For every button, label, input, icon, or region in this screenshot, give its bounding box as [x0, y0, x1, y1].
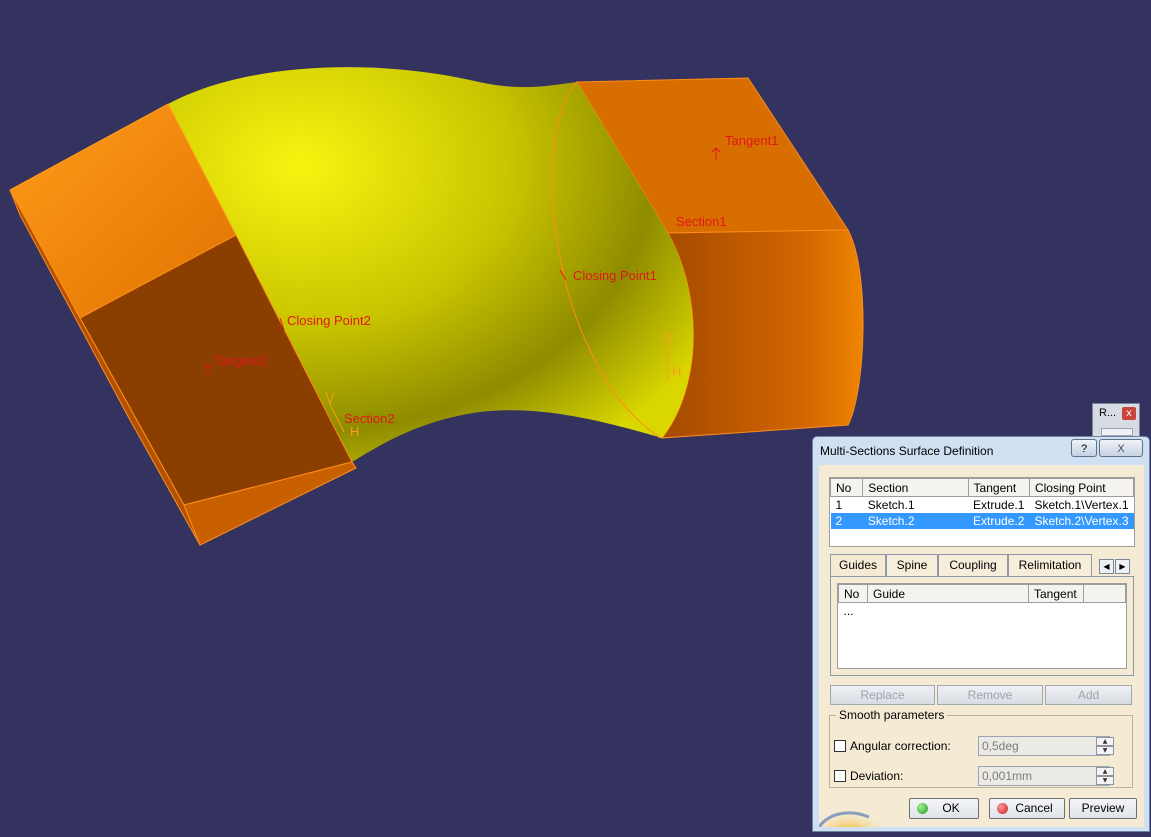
deviation-checkbox[interactable] [834, 770, 846, 782]
empty-cell [868, 603, 1029, 620]
closing-point2-label: Closing Point2 [287, 313, 371, 328]
tab-spine[interactable]: Spine [886, 554, 938, 576]
angular-correction-stepper[interactable]: ▲ ▼ [1096, 737, 1114, 755]
table-row[interactable]: ... [839, 603, 1126, 620]
cancel-label: Cancel [1015, 801, 1053, 815]
preview-button[interactable]: Preview [1069, 798, 1137, 819]
replace-button[interactable]: Replace [830, 685, 935, 705]
spin-down-icon[interactable]: ▼ [1096, 746, 1114, 755]
table-row[interactable]: 1 Sketch.1 Extrude.1 Sketch.1\Vertex.1 [831, 497, 1134, 514]
angular-correction-row: Angular correction: 0,5deg ▲ ▼ [834, 736, 1130, 758]
table-row[interactable]: 2 Sketch.2 Extrude.2 Sketch.2\Vertex.3 [830, 513, 1134, 529]
tangent1-label: Tangent1 [725, 133, 779, 148]
col-closing-point[interactable]: Closing Point [1028, 478, 1134, 497]
tab-relimitation[interactable]: Relimitation [1008, 554, 1092, 576]
cell-section: Sketch.1 [867, 498, 915, 512]
col-no[interactable]: No [830, 478, 864, 497]
remove-button[interactable]: Remove [937, 685, 1043, 705]
ok-icon [917, 803, 928, 814]
cancel-button[interactable]: Cancel [989, 798, 1065, 819]
empty-cell [1084, 603, 1126, 620]
col-no[interactable]: No [838, 584, 868, 603]
tab-scroll-left-icon[interactable]: ◀ [1099, 559, 1114, 574]
cell-tangent: Extrude.2 [968, 513, 1030, 529]
angular-correction-checkbox[interactable] [834, 740, 846, 752]
guides-list[interactable]: No Guide Tangent ... [837, 583, 1127, 669]
multi-sections-surface-dialog[interactable]: Multi-Sections Surface Definition ? X No… [812, 436, 1150, 832]
dialog-title: Multi-Sections Surface Definition [820, 444, 994, 458]
tab-scroll-right-icon[interactable]: ▶ [1115, 559, 1130, 574]
section1-h-marker: H [672, 364, 682, 379]
col-tangent[interactable]: Tangent [967, 478, 1030, 497]
close-button[interactable]: X [1099, 439, 1143, 457]
spin-down-icon[interactable]: ▼ [1096, 776, 1114, 785]
empty-cell [1029, 603, 1084, 620]
sections-list[interactable]: No Section Tangent Closing Point 1 Sketc… [829, 477, 1135, 547]
col-extra [1083, 584, 1126, 603]
mini-toolbar-button[interactable] [1101, 428, 1133, 436]
closing-point1-label: Closing Point1 [573, 268, 657, 283]
ok-button[interactable]: OK [909, 798, 979, 819]
spin-up-icon[interactable]: ▲ [1096, 737, 1114, 746]
tab-strip: Guides Spine Coupling Relimitation [830, 554, 1130, 578]
mini-toolbar-close-icon[interactable]: x [1122, 407, 1136, 420]
deviation-stepper[interactable]: ▲ ▼ [1096, 767, 1114, 785]
mini-toolbar[interactable]: R... x [1092, 403, 1140, 439]
section1-label: Section1 [676, 214, 727, 229]
smooth-parameters-group: Smooth parameters Angular correction: 0,… [829, 708, 1133, 788]
col-guide[interactable]: Guide [867, 584, 1029, 603]
deviation-label: Deviation: [850, 769, 904, 783]
cell-no: 1 [835, 498, 843, 512]
section2-h-marker: H [350, 424, 360, 439]
cell-no: 2 [830, 513, 863, 529]
guides-table: No Guide Tangent ... [838, 584, 1126, 619]
dialog-titlebar[interactable]: Multi-Sections Surface Definition ? X [813, 437, 1149, 465]
add-button[interactable]: Add [1045, 685, 1132, 705]
angular-correction-label: Angular correction: [850, 739, 951, 753]
smooth-parameters-legend: Smooth parameters [839, 708, 945, 722]
help-button[interactable]: ? [1071, 439, 1097, 457]
deviation-field[interactable]: 0,001mm [978, 766, 1110, 786]
cancel-icon [997, 803, 1008, 814]
cell-closing-point: Sketch.2\Vertex.3 [1029, 513, 1134, 529]
tangent2-label: Tangent2 [214, 353, 268, 368]
tab-guides[interactable]: Guides [830, 554, 886, 578]
sections-table: No Section Tangent Closing Point 1 Sketc… [830, 478, 1134, 529]
cell-closing-point: Sketch.1\Vertex.1 [1034, 498, 1129, 512]
cell-section: Sketch.2 [862, 513, 969, 529]
guides-panel: No Guide Tangent ... [830, 576, 1134, 676]
dialog-body: No Section Tangent Closing Point 1 Sketc… [819, 465, 1144, 827]
guides-placeholder: ... [843, 604, 854, 618]
angular-correction-field[interactable]: 0,5deg [978, 736, 1110, 756]
spin-up-icon[interactable]: ▲ [1096, 767, 1114, 776]
col-tangent[interactable]: Tangent [1028, 584, 1084, 603]
col-section[interactable]: Section [862, 478, 969, 497]
ok-label: OK [942, 801, 960, 815]
catia-logo-icon [819, 805, 881, 827]
mini-toolbar-title: R... [1099, 407, 1117, 419]
tab-coupling[interactable]: Coupling [938, 554, 1008, 576]
deviation-row: Deviation: 0,001mm ▲ ▼ [834, 766, 1130, 788]
cell-tangent: Extrude.1 [973, 498, 1025, 512]
